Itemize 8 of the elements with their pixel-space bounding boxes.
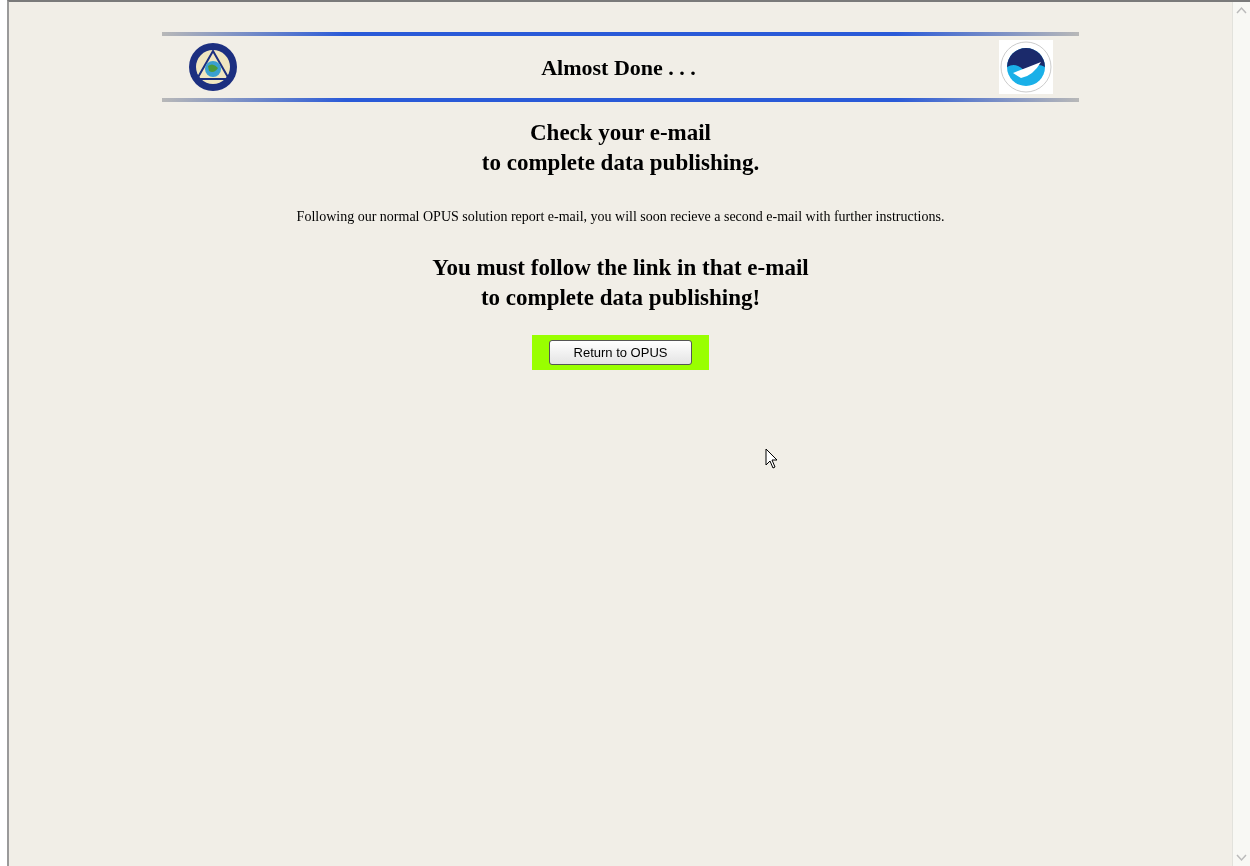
instructions-text: Following our normal OPUS solution report e-mail, you will soon recieve a second e-mail with further instructions. [296, 207, 945, 226]
heading: Check your e-mail to complete data publishing. [481, 119, 760, 177]
warning-heading: You must follow the link in that e-mail to complete data publishing! [432, 253, 809, 312]
survey-logo-icon [188, 42, 238, 92]
return-button[interactable]: Return to OPUS [548, 339, 693, 366]
cursor-icon [765, 448, 779, 470]
page-title: Almost Done . . . [541, 53, 696, 82]
noaa-logo-icon [999, 40, 1053, 94]
